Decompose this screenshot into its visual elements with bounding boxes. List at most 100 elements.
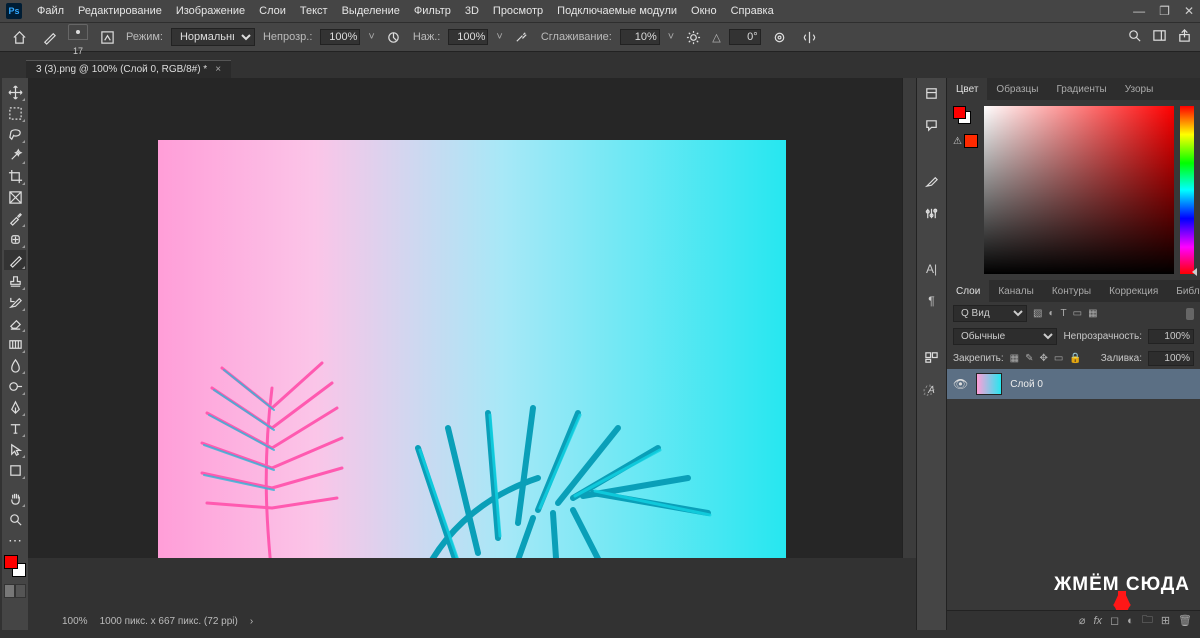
dodge-tool[interactable] <box>4 376 26 396</box>
pressure-opacity-icon[interactable] <box>383 26 405 48</box>
brush-tool[interactable] <box>4 250 26 270</box>
menu-select[interactable]: Выделение <box>335 5 407 17</box>
panel-icon-adjust[interactable] <box>921 204 943 222</box>
document-tab[interactable]: 3 (3).png @ 100% (Слой 0, RGB/8#) * × <box>26 60 231 78</box>
stamp-tool[interactable] <box>4 271 26 291</box>
symmetry-icon[interactable] <box>799 26 821 48</box>
doc-info-chevron[interactable]: › <box>250 616 253 627</box>
minimize-icon[interactable]: — <box>1133 4 1145 18</box>
blend-mode-layer-select[interactable]: Обычные <box>953 328 1057 345</box>
vertical-scrollbar[interactable] <box>902 78 916 558</box>
crop-tool[interactable] <box>4 166 26 186</box>
lasso-tool[interactable] <box>4 124 26 144</box>
menu-file[interactable]: Файл <box>30 5 71 17</box>
opacity-input[interactable] <box>320 29 360 45</box>
fx-icon[interactable]: fx <box>1093 615 1102 627</box>
flow-input[interactable] <box>448 29 488 45</box>
layer-filter-select[interactable]: Q Вид <box>953 305 1027 322</box>
filter-toggle[interactable] <box>1186 308 1194 320</box>
gradient-tool[interactable] <box>4 334 26 354</box>
layer-thumb[interactable] <box>976 373 1002 395</box>
delete-layer-icon[interactable]: 🗑 <box>1178 614 1192 627</box>
pen-tool[interactable] <box>4 397 26 417</box>
lock-pos-icon[interactable]: ✥ <box>1040 353 1048 364</box>
frame-tool[interactable] <box>4 187 26 207</box>
home-icon[interactable] <box>8 26 30 48</box>
edit-toolbar[interactable]: ⋯ <box>4 530 26 550</box>
canvas-area[interactable] <box>28 78 916 558</box>
smooth-input[interactable] <box>620 29 660 45</box>
close-icon[interactable]: ✕ <box>1184 4 1194 18</box>
tab-patterns[interactable]: Узоры <box>1116 78 1163 100</box>
layer-filter-icons[interactable]: ▧ ◐ T ▭ ▦ <box>1033 308 1098 319</box>
panel-icon-history[interactable] <box>921 84 943 102</box>
lock-all-icon[interactable]: 🔒 <box>1069 353 1081 364</box>
filter-shape-icon[interactable]: ▭ <box>1073 308 1082 319</box>
tab-gradients[interactable]: Градиенты <box>1047 78 1115 100</box>
menu-image[interactable]: Изображение <box>169 5 252 17</box>
screen-mode-toggle[interactable] <box>4 584 26 598</box>
link-layers-icon[interactable]: ⌀ <box>1079 614 1086 627</box>
hue-slider[interactable] <box>1180 106 1194 274</box>
tab-close-icon[interactable]: × <box>215 64 221 75</box>
zoom-tool[interactable] <box>4 509 26 529</box>
menu-plugins[interactable]: Подключаемые модули <box>550 5 684 17</box>
tab-paths[interactable]: Контуры <box>1043 280 1100 302</box>
tab-adjustments[interactable]: Коррекция <box>1100 280 1167 302</box>
shape-tool[interactable] <box>4 460 26 480</box>
menu-view[interactable]: Просмотр <box>486 5 550 17</box>
color-swatches[interactable] <box>4 555 26 577</box>
document-canvas[interactable] <box>158 140 786 558</box>
panel-icon-char[interactable]: A| <box>921 260 943 278</box>
lock-paint-icon[interactable]: ✎ <box>1025 353 1033 364</box>
menu-text[interactable]: Текст <box>293 5 335 17</box>
tab-channels[interactable]: Каналы <box>989 280 1043 302</box>
eyedropper-tool[interactable] <box>4 208 26 228</box>
doc-info[interactable]: 1000 пикс. x 667 пикс. (72 ppi) <box>100 616 238 627</box>
visibility-icon[interactable]: 👁 <box>953 377 968 391</box>
filter-image-icon[interactable]: ▧ <box>1033 308 1042 319</box>
color-field[interactable] <box>984 106 1174 274</box>
healing-tool[interactable] <box>4 229 26 249</box>
search-icon[interactable] <box>1127 28 1142 46</box>
panel-icon-paragraph[interactable]: ¶ <box>921 292 943 310</box>
move-tool[interactable] <box>4 82 26 102</box>
tab-color[interactable]: Цвет <box>947 78 987 100</box>
path-select-tool[interactable] <box>4 439 26 459</box>
lock-transp-icon[interactable]: ▦ <box>1010 353 1019 364</box>
gamut-warn-swatch[interactable] <box>964 134 978 148</box>
picker-swatches[interactable] <box>953 106 971 124</box>
brush-panel-icon[interactable] <box>96 26 118 48</box>
layer-opacity-input[interactable] <box>1148 329 1194 344</box>
menu-layers[interactable]: Слои <box>252 5 293 17</box>
tab-layers[interactable]: Слои <box>947 280 989 302</box>
new-layer-icon[interactable]: ⊞ <box>1161 614 1170 627</box>
panel-icon-styles[interactable]: ꙰A <box>921 380 943 398</box>
workspace-icon[interactable] <box>1152 28 1167 46</box>
lock-nest-icon[interactable]: ▭ <box>1054 353 1063 364</box>
adjustment-layer-icon[interactable]: ◐ <box>1127 615 1134 627</box>
share-icon[interactable] <box>1177 28 1192 46</box>
filter-type-icon[interactable]: T <box>1061 308 1067 319</box>
tab-libraries[interactable]: Библиотеки <box>1167 280 1200 302</box>
smooth-settings-icon[interactable] <box>682 26 704 48</box>
marquee-tool[interactable] <box>4 103 26 123</box>
hand-tool[interactable] <box>4 488 26 508</box>
menu-filter[interactable]: Фильтр <box>407 5 458 17</box>
filter-smart-icon[interactable]: ▦ <box>1088 308 1097 319</box>
blend-mode-select[interactable]: Нормальный <box>171 28 255 46</box>
panel-icon-comments[interactable] <box>921 116 943 134</box>
fill-input[interactable] <box>1148 351 1194 366</box>
eraser-tool[interactable] <box>4 313 26 333</box>
angle-input[interactable] <box>729 29 761 45</box>
group-icon[interactable]: 🗀 <box>1142 611 1153 630</box>
mask-icon[interactable]: ◻ <box>1110 614 1119 627</box>
blur-tool[interactable] <box>4 355 26 375</box>
menu-help[interactable]: Справка <box>724 5 781 17</box>
tab-swatches[interactable]: Образцы <box>987 78 1047 100</box>
menu-window[interactable]: Окно <box>684 5 724 17</box>
menu-3d[interactable]: 3D <box>458 5 486 17</box>
layer-row-0[interactable]: 👁 Слой 0 <box>947 369 1200 399</box>
airbrush-icon[interactable] <box>511 26 533 48</box>
panel-icon-glyphs[interactable] <box>921 348 943 366</box>
